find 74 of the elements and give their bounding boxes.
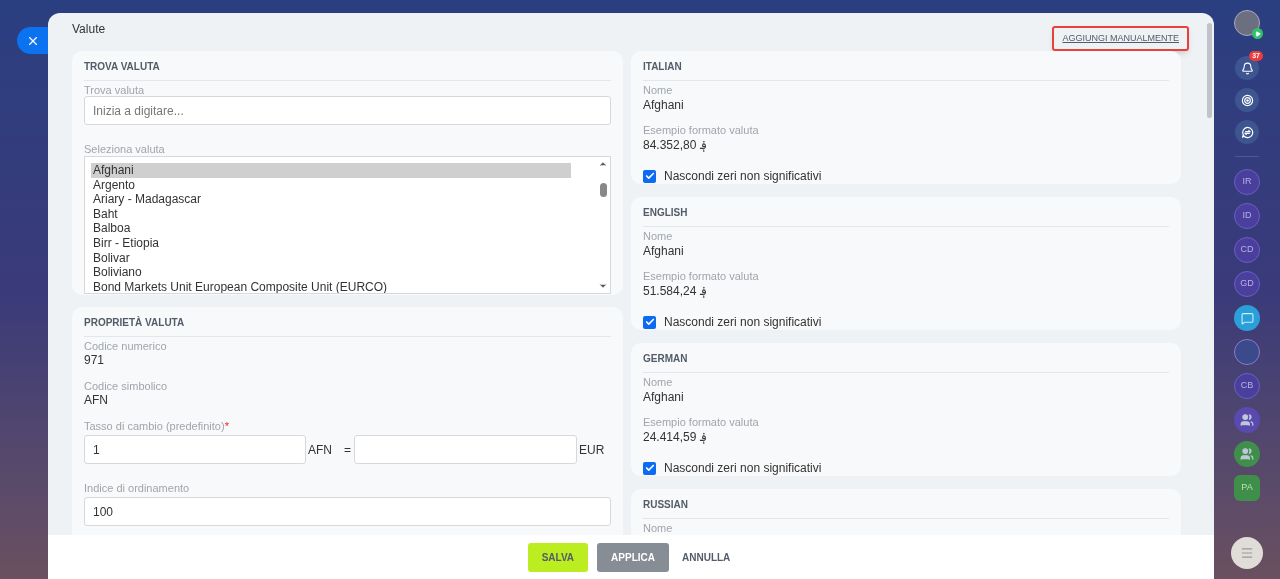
field-label: Nome [643, 523, 673, 534]
field-label: Esempio formato valuta [643, 271, 759, 282]
scroll-up-icon[interactable] [598, 159, 608, 169]
chat-arrows-icon[interactable] [1235, 120, 1259, 144]
user-avatar[interactable]: CB [1234, 373, 1260, 399]
required-mark: * [224, 421, 229, 432]
card-heading: RUSSIAN [643, 499, 688, 511]
scroll-down-icon[interactable] [598, 281, 608, 291]
currency-listbox[interactable]: Afghani Argento Ariary - Madagascar Baht Balboa Birr - Etiopia Bolivar Boliviano Bond Markets Unit European Composite Unit (EURCO) [84, 156, 611, 294]
avatar-placeholder[interactable] [1234, 10, 1260, 36]
field-label: Esempio formato valuta [643, 417, 759, 428]
user-avatar[interactable]: IR [1234, 169, 1260, 195]
field-value: 84.352,80 ؋ [643, 138, 707, 152]
field-value: 24.414,59 ؋ [643, 430, 707, 444]
checkbox-label: Nascondi zeri non significativi [664, 460, 822, 477]
checkbox[interactable] [643, 461, 656, 475]
listbox-option[interactable]: Balboa [91, 221, 571, 236]
card-heading: TROVA VALUTA [84, 61, 160, 73]
checkbox-label: Nascondi zeri non significativi [664, 314, 822, 331]
add-manually-link[interactable]: AGGIUNGI MANUALMENTE [1052, 26, 1189, 51]
field-label: Nome [643, 377, 673, 388]
field-label: Trova valuta [84, 85, 145, 96]
scrollbar-thumb[interactable] [1207, 23, 1212, 118]
rate-field[interactable]: 1 [84, 435, 306, 464]
field-label: Codice numerico [84, 341, 167, 352]
field-value: 971 [84, 353, 105, 367]
field-label: Seleziona valuta [84, 144, 165, 155]
field-value: Afghani [643, 244, 684, 258]
field-value: 51.584,24 ؋ [643, 284, 707, 298]
user-avatar[interactable]: CD [1234, 237, 1260, 263]
card-heading: GERMAN [643, 353, 688, 365]
save-button[interactable]: SALVA [527, 542, 589, 572]
listbox-option[interactable]: Bolivar [91, 250, 571, 266]
listbox-option[interactable]: Afghani [91, 163, 571, 178]
field-value: Afghani [643, 98, 684, 112]
listbox-option[interactable]: Birr - Etiopia [91, 235, 571, 251]
scrollbar-thumb[interactable] [599, 183, 607, 197]
group-icon[interactable] [1234, 407, 1260, 433]
equals-sign: = [344, 441, 352, 459]
card-heading: ENGLISH [643, 207, 688, 219]
listbox-option[interactable]: Baht [91, 206, 571, 222]
card-heading: PROPRIETÀ VALUTA [84, 317, 185, 329]
listbox-option[interactable]: Boliviano [91, 265, 571, 280]
menu-icon [1240, 546, 1254, 560]
sort-index-field[interactable]: 100 [84, 497, 611, 526]
field-label: Codice simbolico [84, 381, 168, 392]
listbox-option[interactable]: Ariary - Madagascar [91, 192, 571, 207]
window-title: Valute [72, 21, 106, 38]
field-value: Afghani [643, 390, 684, 404]
cancel-button[interactable]: ANNULLA [678, 542, 735, 572]
field-label: Nome [643, 231, 673, 242]
card-heading: ITALIAN [643, 61, 682, 73]
search-field[interactable]: Inizia a digitare... [84, 96, 611, 125]
listbox-option[interactable]: Bond Markets Unit European Composite Unit (EURCO) [91, 279, 571, 293]
menu-button[interactable] [1231, 537, 1263, 569]
chat-icon[interactable] [1234, 305, 1260, 331]
currency-code: EUR [579, 441, 605, 459]
currency-code: AFN [308, 441, 333, 459]
field-label: Nome [643, 85, 673, 96]
group-icon[interactable] [1234, 441, 1260, 467]
field-label: Tasso di cambio (predefinito) [84, 421, 225, 432]
checkbox[interactable] [643, 315, 656, 329]
converted-rate-field[interactable] [354, 435, 577, 464]
field-label: Indice di ordinamento [84, 483, 190, 494]
checkbox[interactable] [643, 169, 656, 183]
user-avatar[interactable]: GD [1234, 271, 1260, 297]
play-badge [1252, 28, 1263, 39]
close-button[interactable] [17, 27, 48, 54]
listbox-option[interactable]: Argento [91, 177, 571, 193]
notifications-icon[interactable] [1235, 56, 1259, 80]
field-value: AFN [84, 393, 108, 407]
user-avatar[interactable]: ID [1234, 203, 1260, 229]
checkbox-label: Nascondi zeri non significativi [664, 168, 822, 185]
field-label: Esempio formato valuta [643, 125, 759, 136]
